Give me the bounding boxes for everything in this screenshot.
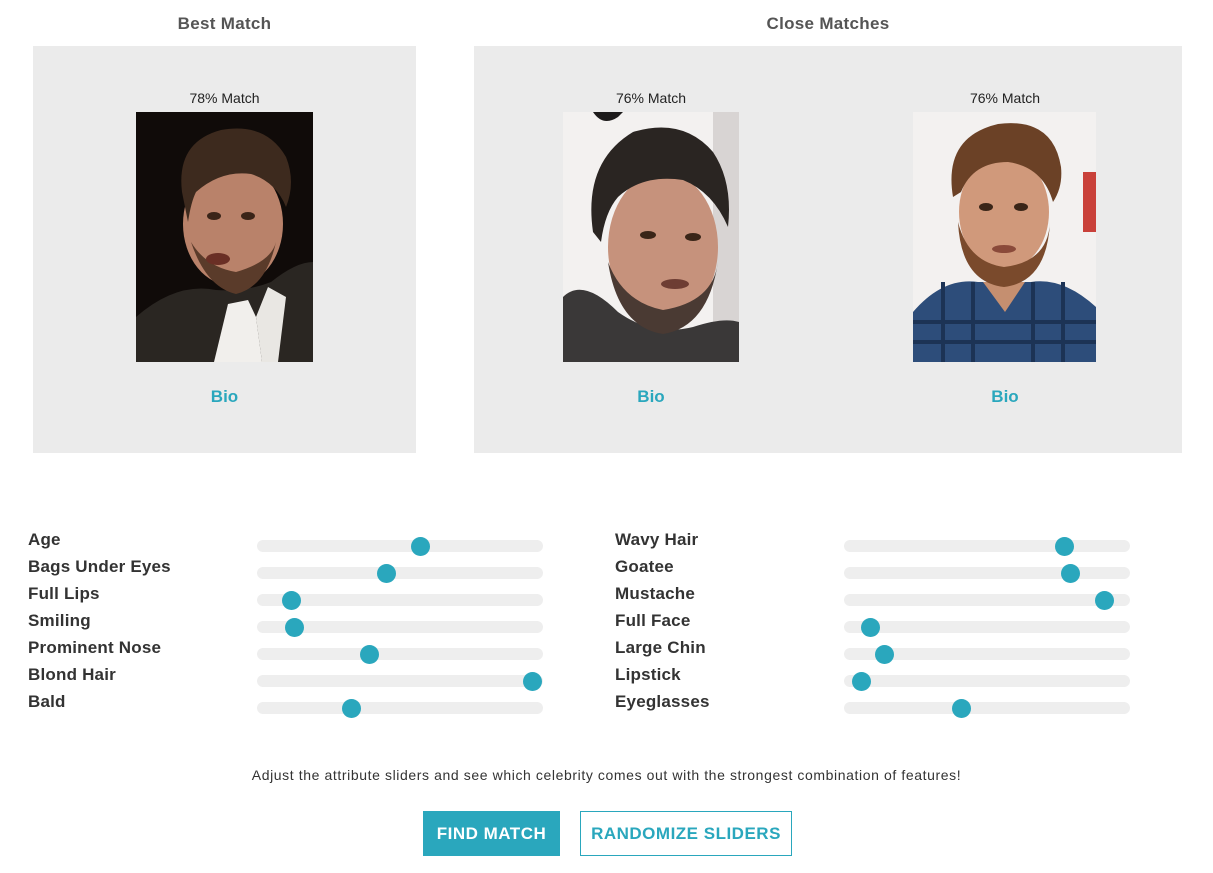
celebrity-match-page: Best Match Close Matches 78% Match Bio 7… [0,0,1213,873]
bio-link[interactable]: Bio [474,387,828,407]
slider-label: Goatee [615,557,674,576]
slider-thumb[interactable] [522,672,542,691]
find-match-button[interactable]: FIND MATCH [423,811,560,856]
instructions-text: Adjust the attribute sliders and see whi… [251,767,962,783]
slider-label: Large Chin [615,638,706,657]
slider-track[interactable] [257,618,543,637]
randomize-sliders-button[interactable]: RANDOMIZE SLIDERS [580,811,792,856]
bio-link[interactable]: Bio [828,387,1182,407]
match-percent: 76% Match [615,90,687,106]
slider-track[interactable] [844,618,1130,637]
slider-track[interactable] [844,591,1130,610]
portrait-photo-icon [913,112,1096,362]
slider-label: Lipstick [615,665,681,684]
slider-track[interactable] [844,699,1130,718]
slider-label: Wavy Hair [615,530,699,549]
slider-label: Age [28,530,61,549]
slider-track[interactable] [257,564,543,583]
match-percent: 76% Match [969,90,1041,106]
slider-thumb[interactable] [376,564,396,583]
portrait-photo-icon [136,112,313,362]
slider-row: Goatee [615,557,1144,584]
best-match-title: Best Match [177,14,272,33]
slider-label: Full Lips [28,584,100,603]
slider-label: Blond Hair [28,665,116,684]
slider-row: Large Chin [615,638,1144,665]
slider-row: Mustache [615,584,1144,611]
slider-thumb[interactable] [852,672,872,691]
slider-track[interactable] [257,645,543,664]
slider-label: Prominent Nose [28,638,162,657]
close-match-card: 76% Match Bio [474,46,828,453]
best-match-panel: 78% Match Bio [33,46,416,453]
slider-thumb[interactable] [411,537,431,556]
close-matches-title: Close Matches [766,14,890,33]
slider-label: Mustache [615,584,696,603]
slider-thumb[interactable] [875,645,895,664]
slider-row: Lipstick [615,665,1144,692]
slider-track[interactable] [257,591,543,610]
slider-label: Smiling [28,611,91,630]
slider-row: Full Face [615,611,1144,638]
slider-label: Eyeglasses [615,692,710,711]
slider-thumb[interactable] [1055,537,1075,556]
slider-row: Wavy Hair [615,530,1144,557]
slider-label: Bags Under Eyes [28,557,171,576]
slider-thumb[interactable] [285,618,305,637]
slider-row: Blond Hair [28,665,557,692]
slider-track[interactable] [844,645,1130,664]
best-match-card: 78% Match Bio [33,46,416,453]
slider-row: Age [28,530,557,557]
slider-thumb[interactable] [952,699,972,718]
slider-thumb[interactable] [359,645,379,664]
bio-link[interactable]: Bio [33,387,416,407]
slider-row: Smiling [28,611,557,638]
slider-thumb[interactable] [1060,564,1080,583]
slider-track[interactable] [257,672,543,691]
close-matches-panel: 76% Match Bio 76% Match Bio [474,46,1182,453]
slider-track[interactable] [844,537,1130,556]
slider-label: Bald [28,692,66,711]
slider-thumb[interactable] [860,618,880,637]
slider-row: Full Lips [28,584,557,611]
slider-track[interactable] [844,564,1130,583]
portrait-photo-icon [563,112,739,362]
slider-row: Bags Under Eyes [28,557,557,584]
slider-thumb[interactable] [342,699,362,718]
match-percent: 78% Match [189,90,260,106]
slider-row: Bald [28,692,557,719]
slider-row: Prominent Nose [28,638,557,665]
slider-track[interactable] [257,699,543,718]
slider-track[interactable] [844,672,1130,691]
close-match-card: 76% Match Bio [828,46,1182,453]
slider-track[interactable] [257,537,543,556]
slider-row: Eyeglasses [615,692,1144,719]
slider-thumb[interactable] [1095,591,1115,610]
slider-label: Full Face [615,611,691,630]
slider-thumb[interactable] [282,591,302,610]
